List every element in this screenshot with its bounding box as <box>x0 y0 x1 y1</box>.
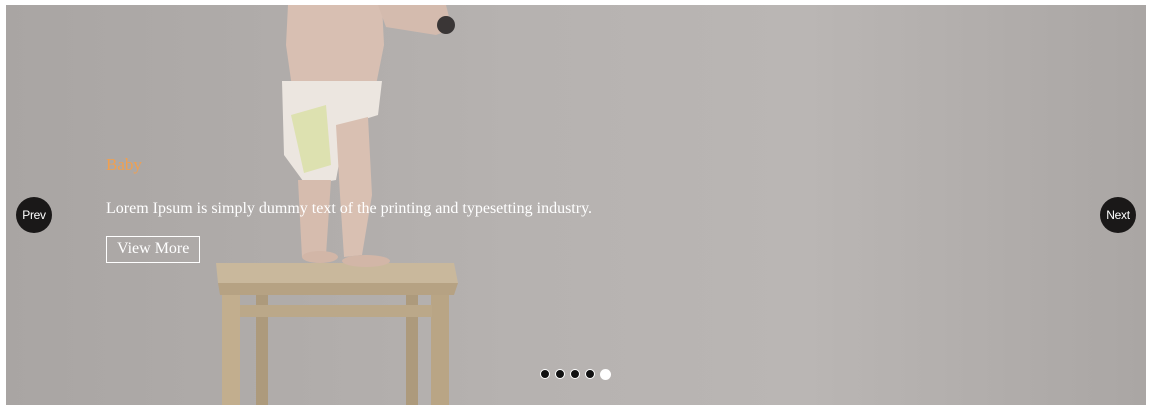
slide-title: Baby <box>106 155 142 174</box>
prev-button[interactable]: Prev <box>16 197 52 233</box>
next-button[interactable]: Next <box>1100 197 1136 233</box>
slide-caption: Baby Lorem Ipsum is simply dummy text of… <box>106 155 806 263</box>
pagination-dot[interactable] <box>600 369 611 380</box>
view-more-button[interactable]: View More <box>106 236 201 263</box>
pagination-dot[interactable] <box>570 369 580 379</box>
pagination-dot[interactable] <box>555 369 565 379</box>
pagination-dot[interactable] <box>540 369 550 379</box>
slide-pagination <box>540 369 611 380</box>
image-slider: Baby Lorem Ipsum is simply dummy text of… <box>6 5 1146 405</box>
slide-description: Lorem Ipsum is simply dummy text of the … <box>106 200 593 217</box>
pagination-dot[interactable] <box>585 369 595 379</box>
